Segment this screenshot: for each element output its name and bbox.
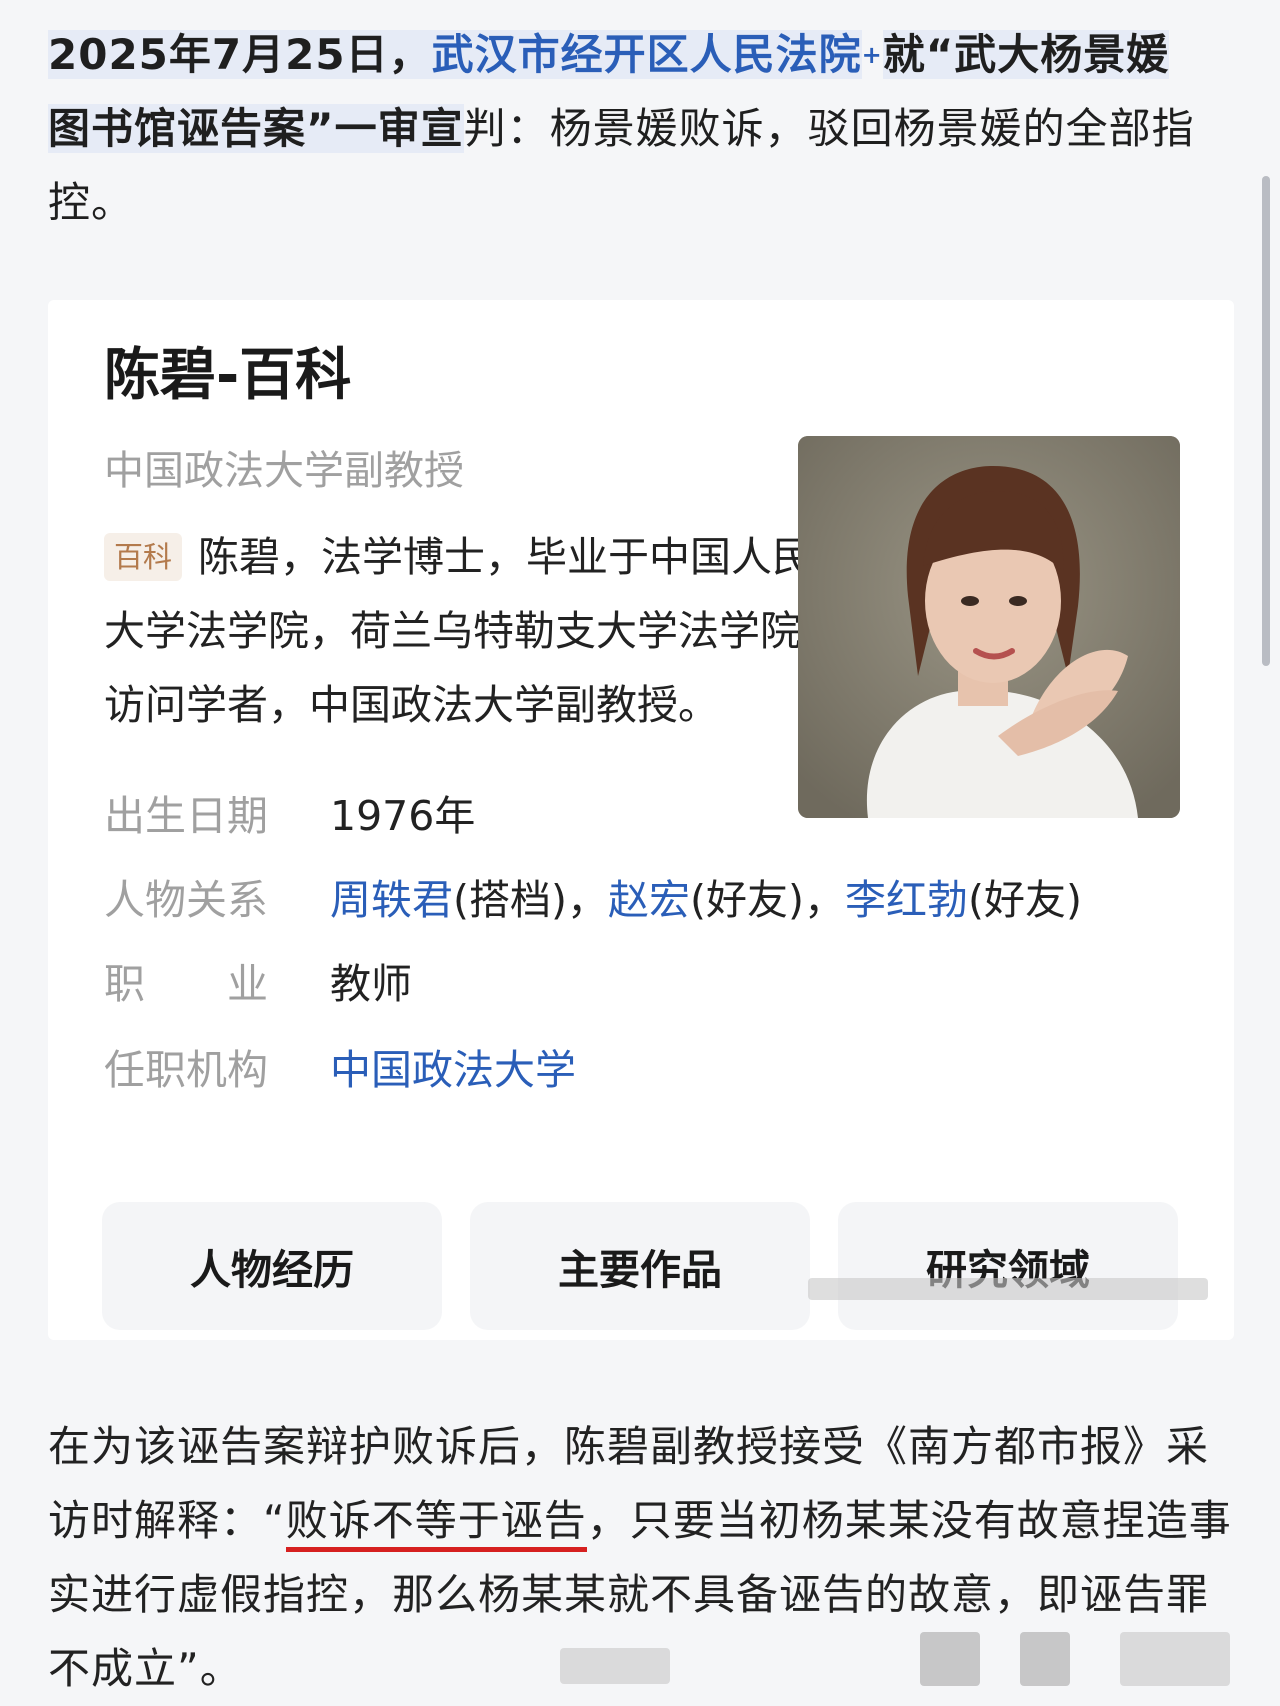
relation-item: 李红勃(好友) xyxy=(845,876,1082,924)
relation-link-zhao[interactable]: 赵宏 xyxy=(608,876,690,924)
underlined-quote: 败诉不等于诬告 xyxy=(285,1496,587,1552)
relation-type: (搭档) xyxy=(453,876,567,924)
intro-date: 2025年7月25日， xyxy=(48,30,432,79)
birth-label: 出生日期 xyxy=(104,792,268,840)
intro-case-prefix: 就“武大杨景媛 xyxy=(882,30,1170,79)
court-link-marker: + xyxy=(861,41,883,69)
relation-item: 周轶君(搭档)， xyxy=(330,876,608,924)
court-link[interactable]: 武汉市经开区人民法院 xyxy=(431,30,862,79)
watermark-block xyxy=(1020,1632,1070,1686)
relation-link-zhou[interactable]: 周轶君 xyxy=(330,876,453,924)
birth-value: 1976年 xyxy=(330,792,476,840)
relation-sep: ， xyxy=(804,876,845,924)
scrollbar[interactable] xyxy=(1262,176,1270,666)
baike-tag: 百科 xyxy=(104,533,183,581)
intro-paragraph: 2025年7月25日，武汉市经开区人民法院+就“武大杨景媛 图书馆诬告案”一审宣判… xyxy=(48,18,1238,240)
relation-type: (好友) xyxy=(690,876,804,924)
watermark-smear xyxy=(808,1278,1208,1300)
relation-link-li[interactable]: 李红勃 xyxy=(845,876,968,924)
job-value: 教师 xyxy=(330,960,412,1008)
watermark-block xyxy=(920,1632,980,1686)
org-label: 任职机构 xyxy=(104,1046,268,1094)
card-subtitle: 中国政法大学副教授 xyxy=(104,448,464,494)
baike-card[interactable]: 陈碧-百科 中国政法大学副教授 百科 陈碧，法学博士，毕业于中国人民大学法学院，荷… xyxy=(48,300,1234,1340)
intro-case-line2: 图书馆诬告案”一审宣 xyxy=(48,104,464,153)
relations-label: 人物关系 xyxy=(104,876,268,924)
portrait-photo[interactable] xyxy=(798,436,1180,818)
relation-type: (好友) xyxy=(968,876,1082,924)
tab-works-button[interactable]: 主要作品 xyxy=(470,1202,810,1330)
card-title[interactable]: 陈碧-百科 xyxy=(104,330,351,411)
org-link[interactable]: 中国政法大学 xyxy=(330,1046,576,1094)
watermark-block xyxy=(1120,1632,1230,1686)
watermark-smear xyxy=(560,1648,670,1684)
job-label: 职 业 xyxy=(104,960,268,1008)
relations-row: 人物关系 周轶君(搭档)，赵宏(好友)，李红勃(好友) xyxy=(104,866,1082,926)
org-row: 任职机构 中国政法大学 xyxy=(104,1036,576,1096)
card-description: 百科 陈碧，法学博士，毕业于中国人民大学法学院，荷兰乌特勒支大学法学院访问学者，中… xyxy=(104,520,814,742)
tab-research-button[interactable]: 研究领域 xyxy=(838,1202,1178,1330)
relation-sep: ， xyxy=(567,876,608,924)
birth-row: 出生日期 1976年 xyxy=(104,782,475,842)
description-text: 陈碧，法学博士，毕业于中国人民大学法学院，荷兰乌特勒支大学法学院访问学者，中国政… xyxy=(104,533,814,729)
relation-item: 赵宏(好友)， xyxy=(608,876,845,924)
tab-biography-button[interactable]: 人物经历 xyxy=(102,1202,442,1330)
job-row: 职 业 教师 xyxy=(104,950,412,1010)
